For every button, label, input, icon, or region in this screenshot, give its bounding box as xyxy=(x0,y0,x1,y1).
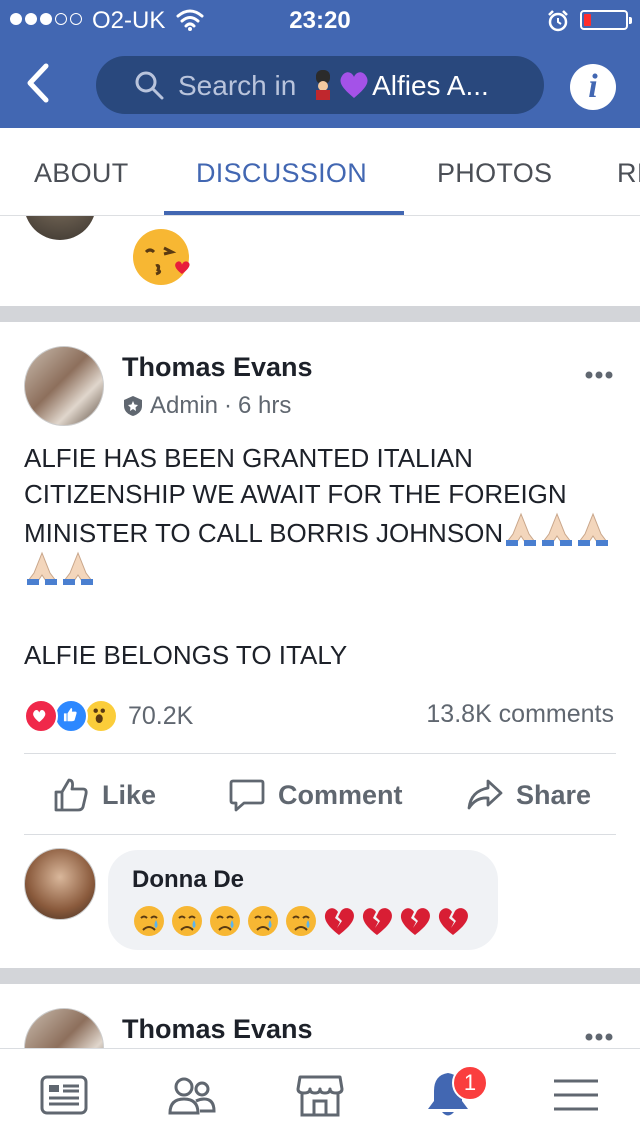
folded-hands-emoji xyxy=(506,512,537,546)
share-arrow-icon xyxy=(467,779,503,810)
battery-icon xyxy=(580,10,632,30)
share-label: Share xyxy=(516,779,592,810)
search-icon xyxy=(135,71,164,100)
comment-bubble[interactable]: Donna De xyxy=(108,850,498,950)
folded-hands-emoji xyxy=(63,551,93,585)
reaction-count: 70.2K xyxy=(128,701,194,730)
post-author[interactable]: Thomas Evans xyxy=(122,352,313,383)
post-text-line: ALFIE HAS BEEN GRANTED ITALIAN CITIZENSH… xyxy=(24,443,567,548)
avatar[interactable] xyxy=(24,216,96,240)
comment-button[interactable]: Comment xyxy=(228,776,403,814)
post-divider xyxy=(0,968,640,984)
broken-heart-emoji xyxy=(324,908,354,935)
post-meta: Admin · 6 hrs xyxy=(122,392,291,420)
feed-post: Thomas Evans Admin · 6 hrs ALFIE HAS BEE… xyxy=(0,322,640,968)
tab-partial[interactable]: RI xyxy=(617,158,640,189)
role-label: Admin xyxy=(150,392,219,419)
guardsman-emoji xyxy=(316,70,331,100)
face-blowing-kiss-emoji xyxy=(133,229,190,285)
crying-face-emoji xyxy=(248,906,278,936)
news-feed-tab[interactable] xyxy=(38,1069,90,1121)
reactions-summary[interactable]: 70.2K xyxy=(24,698,193,734)
wow-reaction-icon xyxy=(84,699,118,733)
tab-photos[interactable]: PHOTOS xyxy=(437,158,552,189)
marketplace-icon xyxy=(296,1075,344,1117)
comment-emojis xyxy=(132,904,470,938)
post-text-line-2: ALFIE BELONGS TO ITALY xyxy=(24,640,348,670)
post-actions: Like Comment Share xyxy=(0,754,640,834)
active-tab-indicator xyxy=(164,211,404,215)
group-header: Search in Alfies A... i xyxy=(0,40,640,128)
author-avatar[interactable] xyxy=(24,346,104,426)
tab-discussion[interactable]: DISCUSSION xyxy=(196,158,367,189)
battery-level xyxy=(584,14,591,26)
post-divider xyxy=(0,306,640,322)
tab-about[interactable]: ABOUT xyxy=(34,158,129,189)
status-bar: O2-UK 23:20 xyxy=(0,0,640,40)
comments-count-link[interactable]: 13.8K comments xyxy=(426,700,614,729)
marketplace-tab[interactable] xyxy=(294,1069,346,1121)
folded-hands-emoji xyxy=(542,512,573,546)
search-placeholder: Search in Alfies A... xyxy=(178,70,489,101)
broken-heart-emoji xyxy=(438,908,468,935)
commenter-avatar[interactable] xyxy=(24,848,96,920)
info-icon: i xyxy=(588,68,598,105)
folded-hands-emoji xyxy=(578,512,609,546)
crying-face-emoji xyxy=(172,906,202,936)
commenter-name[interactable]: Donna De xyxy=(132,866,244,894)
love-reaction-icon xyxy=(24,699,58,733)
meta-separator: · xyxy=(224,392,233,419)
menu-icon xyxy=(554,1079,598,1111)
share-button[interactable]: Share xyxy=(466,776,591,814)
broken-heart-emoji xyxy=(400,908,430,935)
divider xyxy=(24,834,616,835)
author-avatar[interactable] xyxy=(24,1008,104,1048)
purple-heart-emoji xyxy=(340,72,368,98)
thumbs-up-icon xyxy=(54,778,88,812)
broken-heart-emoji xyxy=(362,908,392,935)
post-body: ALFIE HAS BEEN GRANTED ITALIAN CITIZENSH… xyxy=(24,440,624,590)
comment-bubble-icon xyxy=(229,779,265,812)
more-options-icon[interactable] xyxy=(584,368,614,382)
like-button[interactable]: Like xyxy=(52,776,156,814)
like-reaction-icon xyxy=(54,699,88,733)
menu-tab[interactable] xyxy=(550,1069,602,1121)
bottom-navigation: 1 xyxy=(0,1048,640,1136)
folded-hands-emoji xyxy=(27,551,57,585)
clock: 23:20 xyxy=(289,7,351,34)
groups-tab[interactable] xyxy=(166,1069,218,1121)
group-search-input[interactable]: Search in Alfies A... xyxy=(96,56,544,114)
groups-icon xyxy=(168,1077,216,1115)
comment-label: Comment xyxy=(278,779,403,810)
admin-badge-icon xyxy=(124,396,142,416)
crying-face-emoji xyxy=(134,906,164,936)
back-arrow-icon[interactable] xyxy=(18,60,58,106)
group-tabs: ABOUT DISCUSSION PHOTOS RI xyxy=(0,128,640,216)
crying-face-emoji xyxy=(286,906,316,936)
post-author[interactable]: Thomas Evans xyxy=(122,1014,313,1045)
like-label: Like xyxy=(102,779,157,810)
feed-post: Thomas Evans xyxy=(0,984,640,1048)
news-feed-icon xyxy=(40,1075,88,1115)
previous-post-tail xyxy=(0,216,640,306)
more-options-icon[interactable] xyxy=(584,1030,614,1044)
alarm-icon xyxy=(548,10,568,32)
post-time[interactable]: 6 hrs xyxy=(238,392,291,420)
group-info-button[interactable]: i xyxy=(570,64,616,110)
notification-badge: 1 xyxy=(452,1065,488,1101)
crying-face-emoji xyxy=(210,906,240,936)
